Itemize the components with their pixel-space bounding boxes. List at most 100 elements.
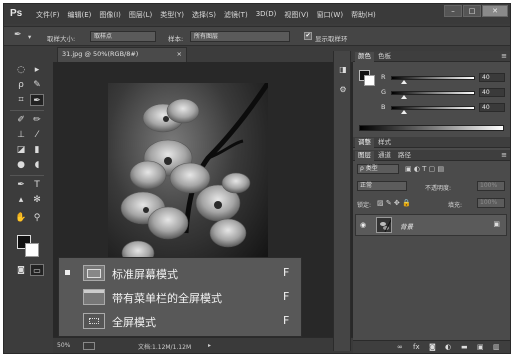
slider-thumb-icon[interactable] xyxy=(401,80,407,84)
status-icon[interactable] xyxy=(83,342,95,350)
fill-input[interactable]: 100% xyxy=(477,198,505,208)
visibility-eye-icon[interactable]: ◉ xyxy=(360,221,366,229)
layers-panel-footer: ∞ fx ◙ ◐ ▬ ▣ ▥ xyxy=(353,340,510,353)
full-screen-item[interactable]: 全屏模式 F xyxy=(59,310,301,332)
new-layer-icon[interactable]: ▣ xyxy=(477,343,484,351)
tab-color[interactable]: 颜色 xyxy=(355,52,374,62)
screen-mode-flyout: 标准屏幕模式 F 带有菜单栏的全屏模式 F 全屏模式 F xyxy=(58,257,302,337)
lasso-tool-icon[interactable]: ρ xyxy=(14,79,28,91)
layer-filter-select[interactable]: ρ 类型 xyxy=(357,164,399,174)
stamp-tool-icon[interactable]: ⊥ xyxy=(14,129,28,141)
menu-type[interactable]: 类型(Y) xyxy=(160,10,184,20)
screen-mode-icon[interactable]: ▭ xyxy=(30,264,44,276)
layer-name[interactable]: 背景 xyxy=(400,221,413,231)
show-ring-label: 显示取样环 xyxy=(315,35,348,43)
tab-layers[interactable]: 图层 xyxy=(355,151,374,161)
maximize-button[interactable]: □ xyxy=(463,5,481,17)
channel-row-b: B 40 xyxy=(381,103,506,114)
zoom-tool-icon[interactable]: ⚲ xyxy=(30,212,44,224)
menu-help[interactable]: 帮助(H) xyxy=(351,10,376,20)
minimize-button[interactable]: – xyxy=(444,5,462,17)
channel-value-b[interactable]: 40 xyxy=(479,103,505,112)
layer-row-background[interactable]: ◉ 背景 ▣ xyxy=(355,214,507,236)
background-color-swatch[interactable] xyxy=(25,243,39,257)
full-screen-icon xyxy=(83,313,105,329)
properties-panel-icon[interactable]: ⚙ xyxy=(338,85,348,95)
link-layers-icon[interactable]: ∞ xyxy=(397,343,403,351)
document-tab-close-icon[interactable]: × xyxy=(177,48,182,61)
color-spectrum-bar[interactable] xyxy=(359,125,504,131)
quick-mask-icon[interactable]: ◙ xyxy=(14,264,28,276)
blend-mode-select[interactable]: 正常 xyxy=(357,181,407,191)
hand-tool-icon[interactable]: ✋ xyxy=(14,212,28,224)
dodge-tool-icon[interactable]: ◖ xyxy=(30,159,44,171)
document-tab[interactable]: 31.jpg @ 50%(RGB/8#) × xyxy=(57,47,187,62)
marquee-tool-icon[interactable]: ◌ xyxy=(14,64,28,76)
menu-image[interactable]: 图像(I) xyxy=(99,10,121,20)
blur-tool-icon[interactable]: ● xyxy=(14,159,28,171)
show-ring-checkbox[interactable]: ✔ xyxy=(304,32,312,40)
filter-icons[interactable]: ▣ ◐ T ▢ ▤ xyxy=(405,165,444,173)
path-select-tool-icon[interactable]: ▴ xyxy=(14,194,28,206)
preset-dropdown-icon[interactable]: ▾ xyxy=(28,33,31,41)
sample-layers-select[interactable]: 所有图层 xyxy=(190,31,290,42)
zoom-level[interactable]: 50% xyxy=(57,342,70,349)
tab-channels[interactable]: 通道 xyxy=(375,151,394,161)
history-brush-tool-icon[interactable]: ⁄ xyxy=(30,129,44,141)
toolbox: ◌ ▸ ρ ✎ ⌗ ✒ ✐ ✏ ⊥ ⁄ ◪ ▮ ● ◖ ✒ T ▴ ✻ ✋ ⚲ … xyxy=(8,64,48,284)
menu-3d[interactable]: 3D(D) xyxy=(256,10,277,20)
right-panels: 颜色 色板 ≡ R 40 G 40 B 40 调整 样式 图层 通道 路径 ≡ … xyxy=(353,51,510,353)
close-button[interactable]: ✕ xyxy=(482,5,508,17)
adjust-panel-tabs: 调整 样式 xyxy=(353,137,510,148)
channel-label: R xyxy=(381,73,386,81)
menu-filter[interactable]: 滤镜(T) xyxy=(224,10,248,20)
menu-view[interactable]: 视图(V) xyxy=(284,10,308,20)
opacity-input[interactable]: 100% xyxy=(477,181,505,191)
adjustment-layer-icon[interactable]: ◐ xyxy=(445,343,451,351)
lock-options-icons[interactable]: ▨ ✎ ✥ 🔒 xyxy=(377,199,411,207)
add-mask-icon[interactable]: ◙ xyxy=(429,343,436,351)
tab-paths[interactable]: 路径 xyxy=(395,151,414,161)
standard-screen-mode-item[interactable]: 标准屏幕模式 F xyxy=(59,262,301,284)
tab-swatches[interactable]: 色板 xyxy=(375,52,394,62)
slider-thumb-icon[interactable] xyxy=(401,95,407,99)
layer-style-icon[interactable]: fx xyxy=(413,343,420,351)
sample-size-select[interactable]: 取样点 xyxy=(90,31,156,42)
delete-layer-icon[interactable]: ▥ xyxy=(493,343,500,351)
healing-brush-tool-icon[interactable]: ✐ xyxy=(14,114,28,126)
eyedropper-tool-icon[interactable]: ✒ xyxy=(30,94,44,106)
move-tool-icon[interactable]: ▸ xyxy=(30,64,44,76)
channel-value-g[interactable]: 40 xyxy=(479,88,505,97)
history-panel-icon[interactable]: ◨ xyxy=(338,65,348,75)
shape-tool-icon[interactable]: ✻ xyxy=(30,194,44,206)
color-panel-menu-icon[interactable]: ≡ xyxy=(501,52,507,60)
crop-tool-icon[interactable]: ⌗ xyxy=(14,94,28,106)
channel-label: G xyxy=(381,88,387,96)
menu-window[interactable]: 窗口(W) xyxy=(317,10,343,20)
gradient-tool-icon[interactable]: ▮ xyxy=(30,144,44,156)
standard-screen-icon xyxy=(83,265,105,281)
new-group-icon[interactable]: ▬ xyxy=(461,343,468,351)
panel-background-swatch[interactable] xyxy=(364,75,375,86)
menu-layer[interactable]: 图层(L) xyxy=(129,10,152,20)
slider-thumb-icon[interactable] xyxy=(401,110,407,114)
full-screen-menu-item[interactable]: 带有菜单栏的全屏模式 F xyxy=(59,286,301,308)
pen-tool-icon[interactable]: ✒ xyxy=(14,179,28,191)
tab-styles[interactable]: 样式 xyxy=(375,138,394,148)
eraser-tool-icon[interactable]: ◪ xyxy=(14,144,28,156)
status-bar: 50% 文档:1.12M/1.12M ▸ xyxy=(53,337,353,353)
quick-select-tool-icon[interactable]: ✎ xyxy=(30,79,44,91)
options-bar: ✒ ▾ 取样大小: 取样点 样本: 所有图层 ✔ 显示取样环 xyxy=(4,26,510,46)
menu-edit[interactable]: 编辑(E) xyxy=(68,10,92,20)
eyedropper-preset-icon[interactable]: ✒ xyxy=(14,30,22,40)
type-tool-icon[interactable]: T xyxy=(30,179,44,191)
shortcut-key: F xyxy=(283,266,290,279)
menu-file[interactable]: 文件(F) xyxy=(36,10,60,20)
tab-adjustments[interactable]: 调整 xyxy=(355,138,374,148)
layers-panel-menu-icon[interactable]: ≡ xyxy=(501,151,507,159)
brush-tool-icon[interactable]: ✏ xyxy=(30,114,44,126)
lock-label: 锁定: xyxy=(357,202,372,209)
menu-select[interactable]: 选择(S) xyxy=(192,10,216,20)
channel-value-r[interactable]: 40 xyxy=(479,73,505,82)
status-arrow-icon[interactable]: ▸ xyxy=(208,342,211,349)
